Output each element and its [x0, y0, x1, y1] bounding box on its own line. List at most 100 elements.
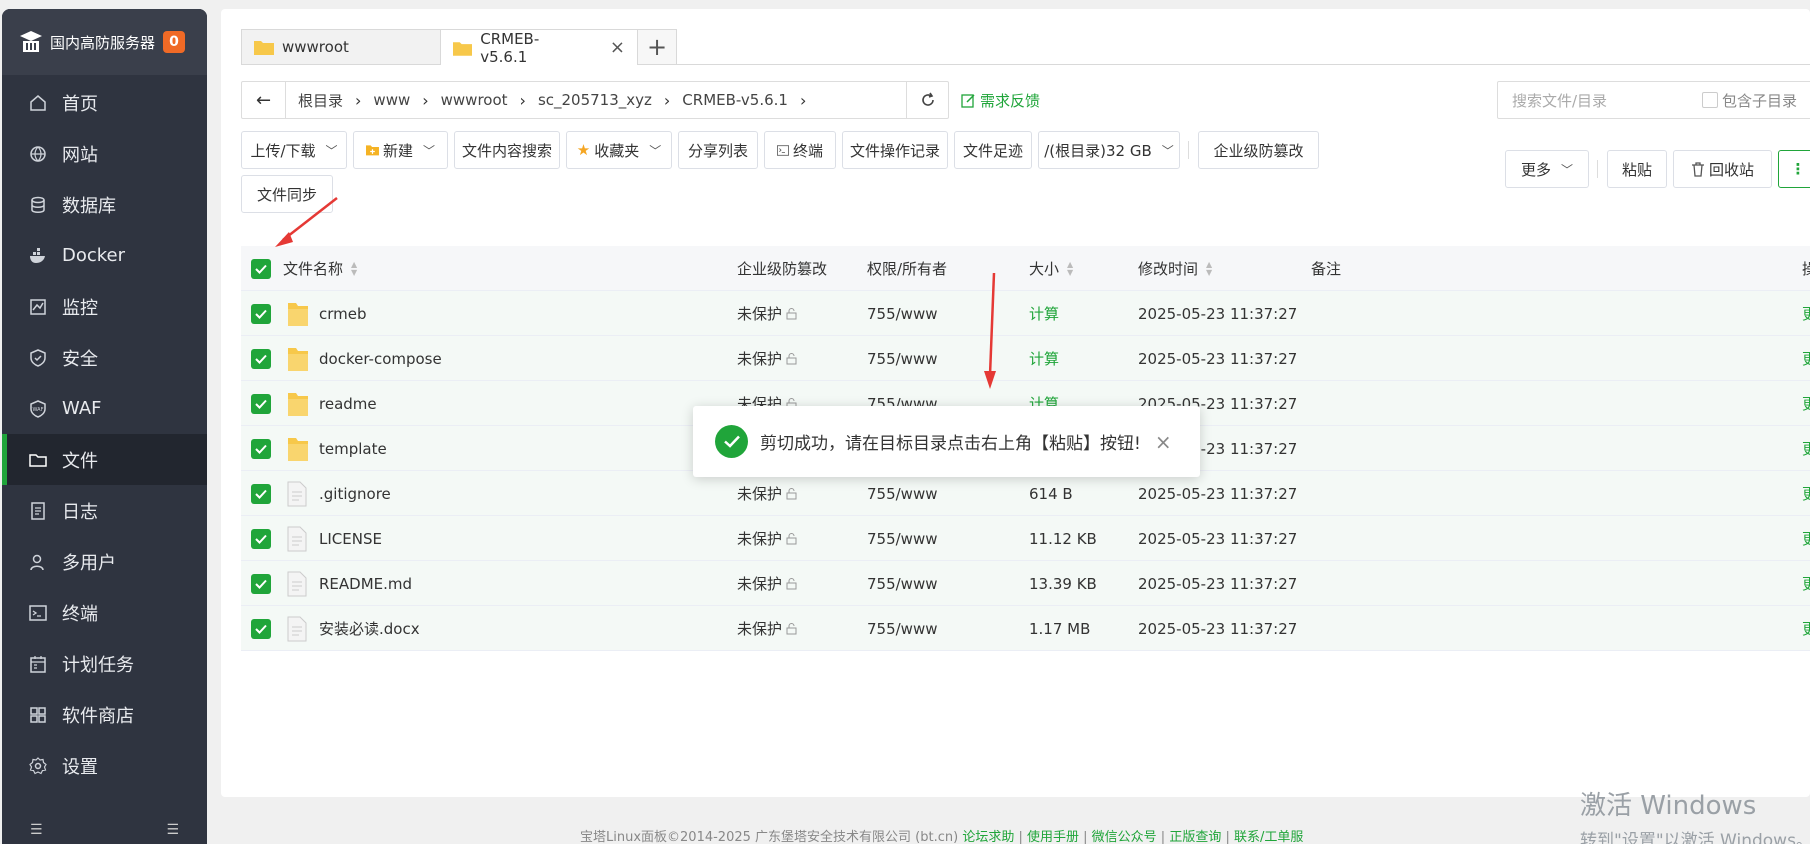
paste-button[interactable]: 粘贴 — [1607, 150, 1667, 188]
footer-link-license[interactable]: 正版查询 — [1169, 830, 1221, 844]
header-size[interactable]: 大小 ▲ ▼ — [1029, 246, 1073, 291]
brand[interactable]: 国内高防服务器 0 — [2, 9, 207, 75]
op-log-button[interactable]: 文件操作记录 — [842, 131, 948, 169]
tab-wwwroot[interactable]: wwwroot — [241, 29, 441, 64]
sidebar-item-waf[interactable]: WAF WAF — [2, 383, 207, 434]
footer-link-contact[interactable]: 联系/工单服 — [1234, 830, 1303, 844]
op-link[interactable]: 更 — [1802, 393, 1810, 414]
sidebar-item-store[interactable]: 软件商店 — [2, 689, 207, 740]
file-name[interactable]: README.md — [319, 575, 412, 593]
upload-download-button[interactable]: 上传/下载 ﹀ — [241, 131, 347, 169]
row-checkbox[interactable] — [251, 426, 271, 471]
content-search-button[interactable]: 文件内容搜索 — [454, 131, 560, 169]
subdir-checkbox[interactable]: 包含子目录 — [1702, 90, 1797, 111]
sidebar-item-terminal[interactable]: 终端 — [2, 587, 207, 638]
op-cell[interactable]: 更 — [1802, 381, 1810, 426]
op-cell[interactable]: 更 — [1802, 471, 1810, 516]
new-button[interactable]: 新建 ﹀ — [353, 131, 448, 169]
row-checkbox[interactable] — [251, 471, 271, 516]
crumb-www[interactable]: www — [367, 91, 416, 109]
footer-link-manual[interactable]: 使用手册 — [1027, 830, 1079, 844]
header-mtime[interactable]: 修改时间 ▲ ▼ — [1138, 246, 1212, 291]
close-icon[interactable]: × — [1155, 430, 1172, 454]
file-name[interactable]: docker-compose — [319, 350, 442, 368]
table-row[interactable]: LICENSE 未保护 755/www 11.12 KB 2025-05-23 11:3… — [241, 516, 1810, 561]
op-link[interactable]: 更 — [1802, 348, 1810, 369]
notification-badge[interactable]: 0 — [163, 31, 186, 53]
file-name[interactable]: readme — [319, 395, 377, 413]
disk-select[interactable]: /(根目录)32 GB ﹀ — [1038, 131, 1180, 169]
row-checkbox[interactable] — [251, 606, 271, 651]
perm-cell[interactable]: 755/www — [867, 291, 938, 336]
tamper-cell[interactable]: 未保护 — [737, 516, 798, 561]
back-button[interactable]: ← — [242, 82, 286, 118]
header-name[interactable]: 文件名称 ▲ ▼ — [283, 246, 357, 291]
collapse-icon[interactable]: ☰ — [30, 822, 43, 844]
sidebar-item-monitor[interactable]: 监控 — [2, 281, 207, 332]
op-link[interactable]: 更 — [1802, 303, 1810, 324]
sidebar-item-docker[interactable]: Docker — [2, 230, 207, 281]
search-input[interactable]: 搜索文件/目录 包含子目录 — [1497, 81, 1810, 119]
crumb-crmeb[interactable]: CRMEB-v5.6.1 — [676, 91, 794, 109]
table-row[interactable]: crmeb 未保护 755/www 计算 2025-05-23 11:37:27 更 — [241, 291, 1810, 336]
perm-cell[interactable]: 755/www — [867, 336, 938, 381]
favorites-button[interactable]: ★ 收藏夹 ﹀ — [566, 131, 672, 169]
op-link[interactable]: 更 — [1802, 618, 1810, 639]
row-checkbox[interactable] — [251, 516, 271, 561]
crumb-site[interactable]: sc_205713_xyz — [532, 91, 658, 109]
file-name-cell[interactable]: docker-compose — [287, 336, 442, 381]
footer-link-wechat[interactable]: 微信公众号 — [1092, 830, 1157, 844]
sidebar-item-logs[interactable]: 日志 — [2, 485, 207, 536]
row-checkbox[interactable] — [251, 336, 271, 381]
add-tab-button[interactable]: + — [637, 29, 677, 64]
row-checkbox[interactable] — [251, 291, 271, 336]
select-all-checkbox[interactable] — [251, 246, 271, 291]
footer-link-forum[interactable]: 论坛求助 — [962, 830, 1014, 844]
perm-cell[interactable]: 755/www — [867, 471, 938, 516]
sidebar-item-home[interactable]: 首页 — [2, 77, 207, 128]
menu-icon[interactable]: ☰ — [166, 822, 179, 844]
crumb-root[interactable]: 根目录 — [292, 90, 349, 111]
op-cell[interactable]: 更 — [1802, 606, 1810, 651]
file-name[interactable]: LICENSE — [319, 530, 382, 548]
close-icon[interactable]: × — [610, 37, 625, 58]
tamper-cell[interactable]: 未保护 — [737, 606, 798, 651]
op-cell[interactable]: 更 — [1802, 336, 1810, 381]
op-cell[interactable]: 更 — [1802, 561, 1810, 606]
refresh-button[interactable] — [906, 82, 948, 118]
file-name[interactable]: .gitignore — [319, 485, 391, 503]
file-name[interactable]: template — [319, 440, 387, 458]
perm-cell[interactable]: 755/www — [867, 516, 938, 561]
op-link[interactable]: 更 — [1802, 438, 1810, 459]
table-row[interactable]: 安装必读.docx 未保护 755/www 1.17 MB 2025-05-23 11:… — [241, 606, 1810, 651]
op-cell[interactable]: 更 — [1802, 516, 1810, 561]
perm-cell[interactable]: 755/www — [867, 606, 938, 651]
table-row[interactable]: README.md 未保护 755/www 13.39 KB 2025-05-23 11… — [241, 561, 1810, 606]
sync-button[interactable]: 文件同步 — [241, 175, 333, 213]
table-row[interactable]: docker-compose 未保护 755/www 计算 2025-05-23 11:… — [241, 336, 1810, 381]
tab-crmeb[interactable]: CRMEB-v5.6.1 × — [440, 29, 638, 66]
op-link[interactable]: 更 — [1802, 528, 1810, 549]
op-cell[interactable]: 更 — [1802, 426, 1810, 471]
tamper-button[interactable]: 企业级防篡改 — [1198, 131, 1319, 169]
file-name-cell[interactable]: .gitignore — [287, 471, 391, 516]
file-name-cell[interactable]: crmeb — [287, 291, 367, 336]
row-checkbox[interactable] — [251, 381, 271, 426]
tamper-cell[interactable]: 未保护 — [737, 471, 798, 516]
footprint-button[interactable]: 文件足迹 — [954, 131, 1032, 169]
perm-cell[interactable]: 755/www — [867, 561, 938, 606]
op-cell[interactable]: 更 — [1802, 291, 1810, 336]
sidebar-item-cron[interactable]: 计划任务 — [2, 638, 207, 689]
view-toggle-button[interactable]: ⋮ — [1778, 150, 1810, 188]
crumb-wwwroot[interactable]: wwwroot — [435, 91, 514, 109]
file-name-cell[interactable]: LICENSE — [287, 516, 382, 561]
sidebar-item-security[interactable]: 安全 — [2, 332, 207, 383]
file-name-cell[interactable]: template — [287, 426, 387, 471]
file-name-cell[interactable]: readme — [287, 381, 377, 426]
file-name[interactable]: 安装必读.docx — [319, 618, 420, 639]
sidebar-item-website[interactable]: 网站 — [2, 128, 207, 179]
sidebar-item-files[interactable]: 文件 — [2, 434, 207, 485]
sidebar-item-users[interactable]: 多用户 — [2, 536, 207, 587]
feedback-link[interactable]: 需求反馈 — [961, 90, 1040, 111]
row-checkbox[interactable] — [251, 561, 271, 606]
